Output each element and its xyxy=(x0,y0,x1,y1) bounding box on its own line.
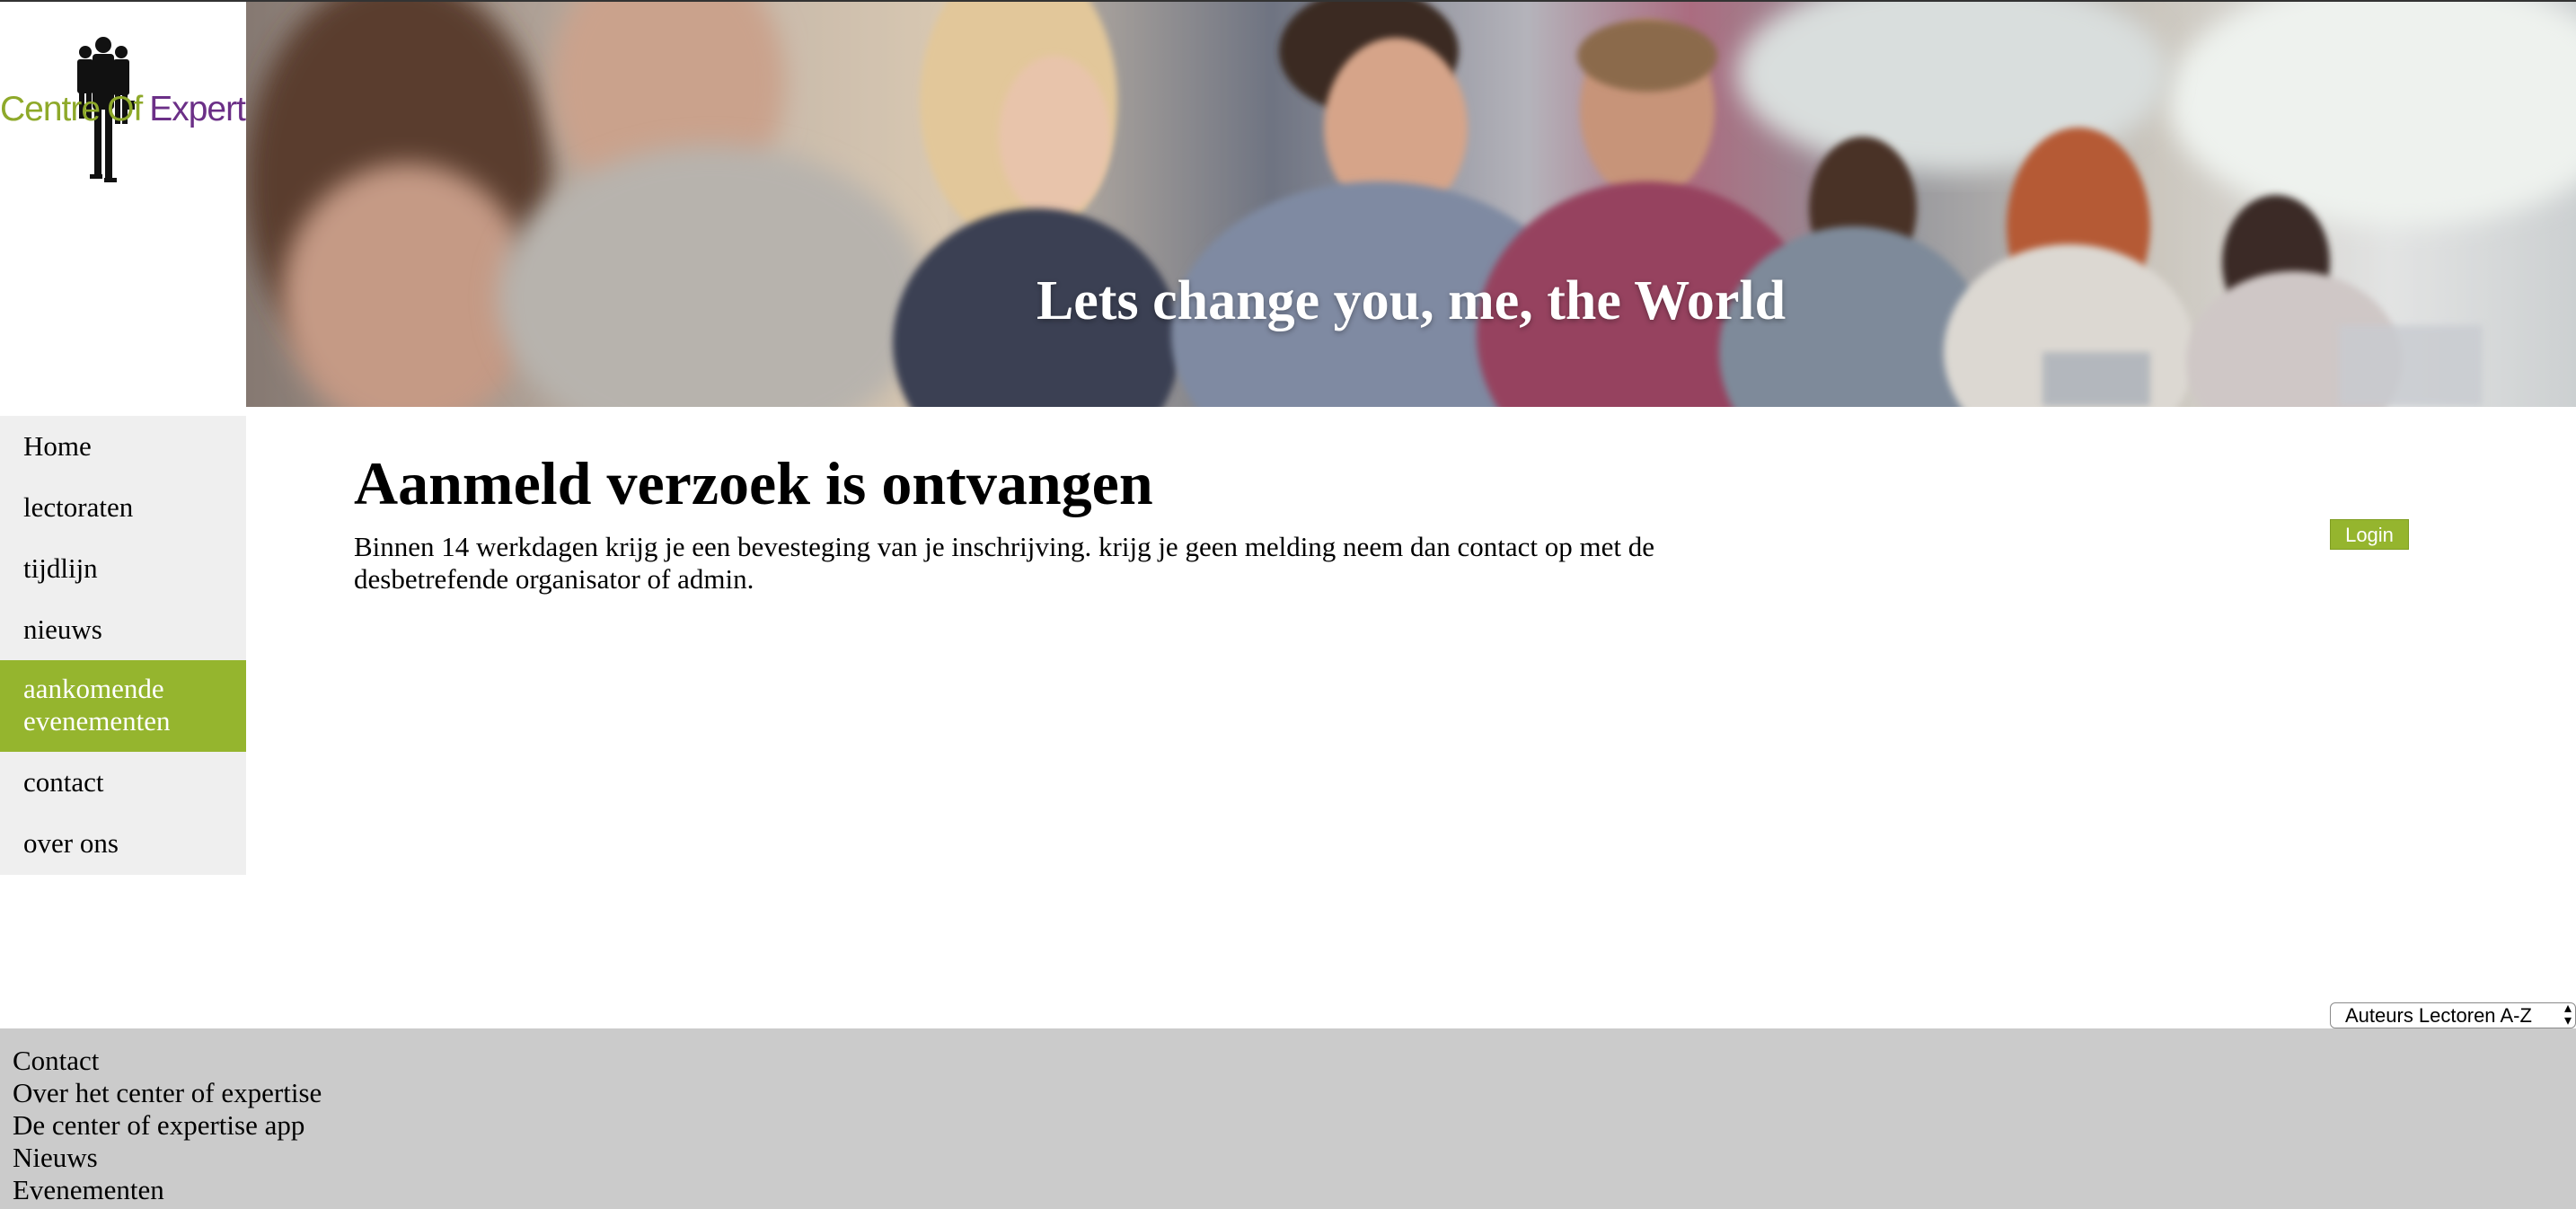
logo[interactable]: Centre Of Expertise xyxy=(0,2,288,407)
select-arrows-icon: ▴ ▾ xyxy=(2563,1002,2572,1028)
hero-photo-illustration xyxy=(246,2,2576,407)
nav-item-contact[interactable]: contact xyxy=(0,752,246,813)
login-button[interactable]: Login xyxy=(2330,519,2409,550)
hero-slogan: Lets change you, me, the World xyxy=(1036,270,1786,331)
logo-text-of: Of xyxy=(107,90,143,128)
sort-select[interactable]: Auteurs Lectoren A-Z ▴ ▾ xyxy=(2330,1002,2576,1028)
page-title: Aanmeld verzoek is ontvangen xyxy=(354,449,1153,517)
footer-links: Contact Over het center of expertise De … xyxy=(13,1045,322,1206)
nav-item-aankomende-evenementen[interactable]: aankomende evenementen xyxy=(0,660,246,752)
nav-item-tijdlijn[interactable]: tijdlijn xyxy=(0,538,246,599)
nav-item-nieuws[interactable]: nieuws xyxy=(0,599,246,660)
footer-link-nieuws[interactable]: Nieuws xyxy=(13,1142,322,1174)
confirmation-message: Binnen 14 werkdagen krijg je een beveste… xyxy=(354,531,1654,595)
footer: Contact Over het center of expertise De … xyxy=(0,1028,2576,1209)
logo-text: Centre Of Expertise xyxy=(0,90,288,129)
hero-banner: Lets change you, me, the World xyxy=(246,2,2576,407)
footer-link-evenementen[interactable]: Evenementen xyxy=(13,1174,322,1206)
footer-link-contact[interactable]: Contact xyxy=(13,1045,322,1077)
nav-item-home[interactable]: Home xyxy=(0,416,246,477)
nav-item-over-ons[interactable]: over ons xyxy=(0,813,246,874)
footer-link-over[interactable]: Over het center of expertise xyxy=(13,1077,322,1109)
nav-item-lectoraten[interactable]: lectoraten xyxy=(0,477,246,538)
footer-link-app[interactable]: De center of expertise app xyxy=(13,1109,322,1142)
logo-text-centre: Centre xyxy=(0,90,101,128)
sort-select-value: Auteurs Lectoren A-Z xyxy=(2345,1004,2532,1027)
side-navigation: Home lectoraten tijdlijn nieuws aankomen… xyxy=(0,416,246,875)
